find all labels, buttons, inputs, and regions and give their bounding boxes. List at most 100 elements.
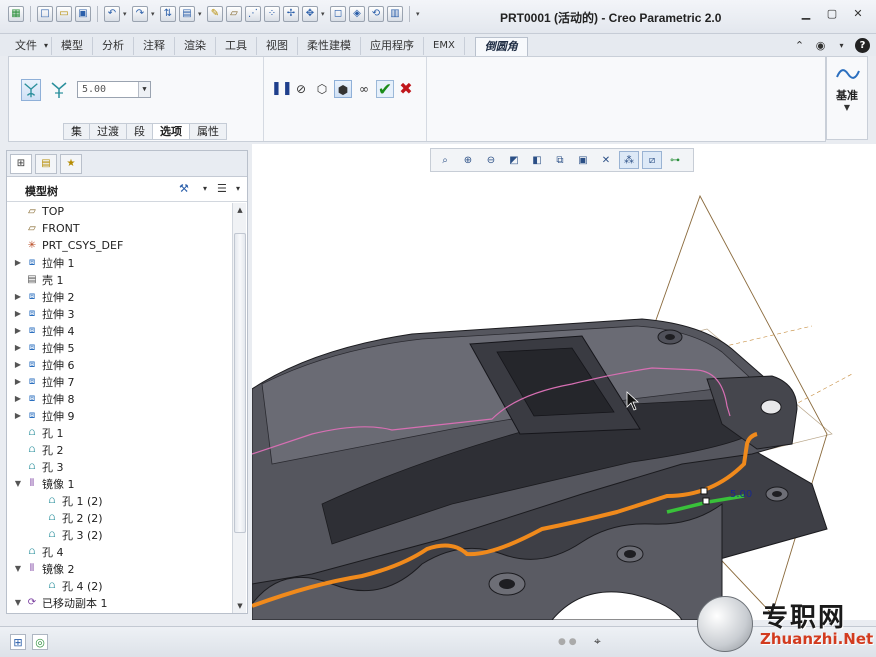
- tab-render[interactable]: 渲染: [175, 37, 216, 55]
- expand-arrow-icon[interactable]: ▶: [13, 258, 23, 267]
- tree-item[interactable]: ▼ ⫴ 镜像 2: [7, 560, 231, 577]
- radius-input[interactable]: 5.00 ▼: [77, 81, 151, 98]
- expand-arrow-icon[interactable]: ▶: [13, 309, 23, 318]
- tab-model[interactable]: 模型: [52, 37, 93, 55]
- tree-item[interactable]: ▤ 壳 1: [7, 271, 231, 288]
- tab-flexible-modeling[interactable]: 柔性建模: [298, 37, 361, 55]
- open-icon[interactable]: ▭: [56, 6, 72, 22]
- tree-item[interactable]: ▶ ⧈ 拉伸 5: [7, 339, 231, 356]
- navigator-toggle-icon[interactable]: ⊞: [10, 634, 26, 650]
- expand-arrow-icon[interactable]: ▶: [13, 343, 23, 352]
- tree-scrollbar[interactable]: ▲ ▼: [232, 203, 246, 613]
- collapse-arrow-icon[interactable]: ▼: [13, 564, 23, 573]
- point-display-icon[interactable]: ⊶: [665, 151, 685, 169]
- move-icon[interactable]: ✥: [302, 6, 318, 22]
- refit-icon[interactable]: ⌕: [435, 151, 455, 169]
- radius-dimension-label[interactable]: 5.00: [730, 489, 752, 500]
- new-icon[interactable]: □: [37, 6, 53, 22]
- customize-dropdown-icon[interactable]: ▾: [416, 10, 426, 18]
- glasses-preview-icon[interactable]: ∞: [355, 80, 373, 98]
- verify-mode-icon[interactable]: ⬢: [334, 80, 352, 98]
- tree-item[interactable]: ▼ ⟳ 已移动副本 1: [7, 594, 231, 611]
- csys-icon[interactable]: ✢: [283, 6, 299, 22]
- pause-icon[interactable]: ❚❚: [271, 80, 293, 98]
- view-manager-icon[interactable]: ▣: [573, 151, 593, 169]
- expand-arrow-icon[interactable]: ▶: [13, 411, 23, 420]
- repaint-icon[interactable]: ◩: [504, 151, 524, 169]
- zoom-in-icon[interactable]: ⊕: [458, 151, 478, 169]
- collapse-arrow-icon[interactable]: ▼: [13, 479, 23, 488]
- tab-file[interactable]: 文件: [6, 37, 52, 55]
- datum-point-icon[interactable]: ⁘: [264, 6, 280, 22]
- tree-item[interactable]: ⩍ 孔 4 (2): [7, 577, 231, 594]
- collapse-ribbon-icon[interactable]: ⌃: [792, 38, 807, 53]
- preview-geometry-icon[interactable]: ⬡: [313, 80, 331, 98]
- tree-item[interactable]: ▶ ⧈ 拉伸 3: [7, 305, 231, 322]
- tree-item[interactable]: ✳ PRT_CSYS_DEF: [7, 237, 231, 254]
- tab-annotate[interactable]: 注释: [134, 37, 175, 55]
- datum-display-icon[interactable]: ⁂: [619, 151, 639, 169]
- subtab-pieces[interactable]: 段: [126, 123, 152, 140]
- model-viewport[interactable]: 5.00: [252, 144, 876, 620]
- model-tree-tab-icon[interactable]: ⊞: [10, 154, 32, 174]
- tree-item[interactable]: ▱ TOP: [7, 203, 231, 220]
- tree-item[interactable]: ⩍ 孔 1: [7, 424, 231, 441]
- radius-drag-handle[interactable]: [700, 487, 708, 495]
- app-icon[interactable]: ▦: [8, 6, 24, 22]
- scroll-down-icon[interactable]: ▼: [234, 600, 246, 612]
- radius-drag-handle[interactable]: [702, 497, 710, 505]
- tree-item[interactable]: ⩍ 孔 3 (2): [7, 526, 231, 543]
- no-preview-icon[interactable]: ⊘: [292, 80, 310, 98]
- tree-item[interactable]: ▶ ⧈ 拉伸 1: [7, 254, 231, 271]
- tree-settings-dropdown-icon[interactable]: ▾: [203, 184, 207, 193]
- expand-arrow-icon[interactable]: ▶: [13, 360, 23, 369]
- tree-settings-icon[interactable]: ⚒: [179, 182, 189, 195]
- undo-icon[interactable]: ↶: [104, 6, 120, 22]
- tree-show-icon[interactable]: ☰: [217, 182, 227, 195]
- constant-round-icon[interactable]: [21, 79, 41, 101]
- graphics-window[interactable]: 5.00: [252, 144, 876, 620]
- datum-axis-icon[interactable]: ⋰: [245, 6, 261, 22]
- tree-item[interactable]: ▶ ⧈ 拉伸 8: [7, 390, 231, 407]
- tree-item[interactable]: ⩍ 孔 1 (2): [7, 492, 231, 509]
- regenerate-icon[interactable]: ⇅: [160, 6, 176, 22]
- undo-dropdown-icon[interactable]: ▾: [123, 10, 129, 18]
- folder-browser-tab-icon[interactable]: ▤: [35, 154, 57, 174]
- redo-icon[interactable]: ↷: [132, 6, 148, 22]
- datum-group[interactable]: 基准 ▼: [826, 56, 868, 140]
- scroll-thumb[interactable]: [234, 233, 246, 533]
- tree-item[interactable]: ⩍ 孔 2: [7, 441, 231, 458]
- saved-views-icon[interactable]: ⧉: [550, 151, 570, 169]
- radius-dropdown-icon[interactable]: ▼: [138, 82, 150, 97]
- favorites-tab-icon[interactable]: ★: [60, 154, 82, 174]
- customize-icon[interactable]: ▥: [387, 6, 403, 22]
- redo-dropdown-icon[interactable]: ▾: [151, 10, 157, 18]
- tree-item[interactable]: ▶ ⧈ 拉伸 2: [7, 288, 231, 305]
- tab-view[interactable]: 视图: [257, 37, 298, 55]
- close-icon[interactable]: ✕: [850, 7, 866, 21]
- zoom-out-icon[interactable]: ⊖: [481, 151, 501, 169]
- display-style-icon[interactable]: ◧: [527, 151, 547, 169]
- windows-icon[interactable]: ▤: [179, 6, 195, 22]
- tree-item[interactable]: ▼ ⫴ 镜像 1: [7, 475, 231, 492]
- subtab-properties[interactable]: 属性: [189, 123, 227, 140]
- chamfer-round-icon[interactable]: [49, 79, 69, 101]
- community-dropdown-icon[interactable]: ▾: [834, 38, 849, 53]
- community-icon[interactable]: ◉: [813, 38, 828, 53]
- datum-dropdown-icon[interactable]: ▼: [827, 103, 867, 112]
- browser-toggle-icon[interactable]: ◎: [32, 634, 48, 650]
- subtab-transitions[interactable]: 过渡: [89, 123, 126, 140]
- tree-item[interactable]: ▶ ⧈ 拉伸 6: [7, 356, 231, 373]
- tree-item[interactable]: ▶ ⧈ 拉伸 7: [7, 373, 231, 390]
- tree-show-dropdown-icon[interactable]: ▾: [236, 184, 240, 193]
- subtab-options[interactable]: 选项: [152, 123, 189, 140]
- rotate-icon[interactable]: ⟲: [368, 6, 384, 22]
- cancel-x-icon[interactable]: ✖: [397, 80, 415, 98]
- tab-applications[interactable]: 应用程序: [361, 37, 424, 55]
- scroll-up-icon[interactable]: ▲: [234, 204, 246, 216]
- plane-display-icon[interactable]: ⧄: [642, 151, 662, 169]
- expand-arrow-icon[interactable]: ▶: [13, 326, 23, 335]
- tab-round[interactable]: 倒圆角: [474, 37, 528, 57]
- save-icon[interactable]: ▣: [75, 6, 91, 22]
- tab-tools[interactable]: 工具: [216, 37, 257, 55]
